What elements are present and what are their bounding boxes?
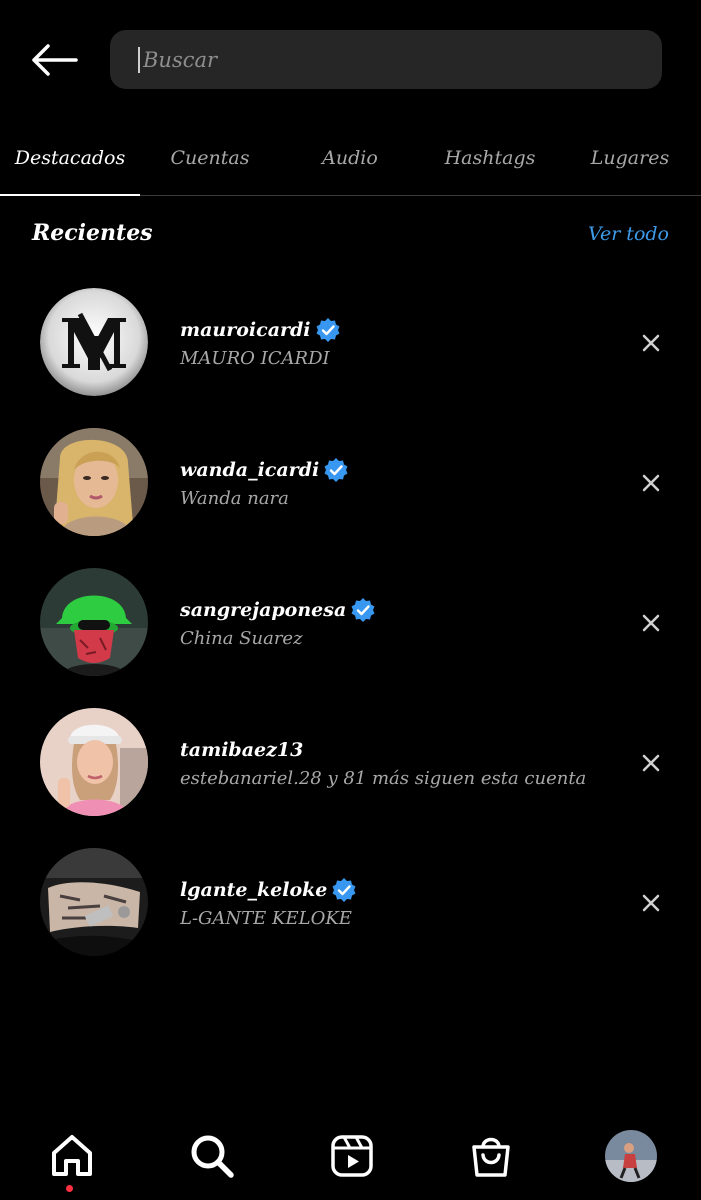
avatar[interactable] [40,708,148,816]
shop-icon [472,1137,510,1177]
section-title: Recientes [32,220,153,246]
verified-badge-icon [316,318,340,342]
profile-avatar[interactable] [605,1130,657,1182]
username: wanda_icardi [180,459,320,481]
username: mauroicardi [180,319,311,341]
nav-reels[interactable] [326,1112,378,1200]
close-icon [642,474,660,492]
tab-destacados[interactable]: Destacados [0,120,140,196]
remove-button[interactable] [636,608,666,638]
search-bar[interactable] [110,30,662,89]
user-info: mauroicardi MAURO ICARDI [180,316,620,369]
top-bar [0,0,701,120]
username: lgante_keloke [180,879,328,901]
list-item[interactable]: wanda_icardi Wanda nara [0,410,701,550]
avatar[interactable] [40,848,148,956]
list-item[interactable]: sangrejaponesa China Suarez [0,550,701,690]
nav-shop[interactable] [465,1112,517,1200]
full-name: China Suarez [180,628,303,649]
tab-hashtags[interactable]: Hashtags [420,120,560,195]
close-icon [642,754,660,772]
nav-search[interactable] [186,1112,238,1200]
notification-dot [66,1185,73,1192]
tab-lugares[interactable]: Lugares [560,120,700,195]
search-input[interactable] [138,46,625,73]
full-name: L-GANTE KELOKE [180,908,352,929]
follower-context: estebanariel.28 y 81 más siguen esta cue… [180,768,587,789]
list-item[interactable]: mauroicardi MAURO ICARDI [0,270,701,410]
username: sangrejaponesa [180,599,347,621]
username: tamibaez13 [180,739,304,761]
see-all-link[interactable]: Ver todo [588,223,669,245]
user-info: lgante_keloke L-GANTE KELOKE [180,876,620,929]
bottom-navigation [0,1112,701,1200]
user-info: sangrejaponesa China Suarez [180,596,620,649]
recents-header: Recientes Ver todo [0,210,701,260]
user-info: tamibaez13 estebanariel.28 y 81 más sigu… [180,736,620,789]
search-icon [191,1135,234,1178]
nav-home[interactable] [46,1112,98,1200]
close-icon [642,894,660,912]
remove-button[interactable] [636,748,666,778]
user-info: wanda_icardi Wanda nara [180,456,620,509]
remove-button[interactable] [636,328,666,358]
back-button[interactable] [26,36,82,84]
avatar[interactable] [40,568,148,676]
verified-badge-icon [351,598,375,622]
full-name: Wanda nara [180,488,289,509]
recent-searches-list: mauroicardi MAURO ICARDI wanda_icardi Wa… [0,270,701,970]
remove-button[interactable] [636,468,666,498]
close-icon [642,334,660,352]
tab-audio[interactable]: Audio [280,120,420,195]
nav-profile[interactable] [605,1112,657,1200]
search-tabs: Destacados Cuentas Audio Hashtags Lugare… [0,120,701,196]
avatar[interactable] [40,428,148,536]
list-item[interactable]: tamibaez13 estebanariel.28 y 81 más sigu… [0,690,701,830]
remove-button[interactable] [636,888,666,918]
arrow-left-icon [32,44,78,76]
reels-icon [330,1135,373,1177]
close-icon [642,614,660,632]
full-name: MAURO ICARDI [180,348,330,369]
home-icon [52,1135,92,1176]
verified-badge-icon [332,878,356,902]
tab-cuentas[interactable]: Cuentas [140,120,280,195]
avatar[interactable] [40,288,148,396]
verified-badge-icon [324,458,348,482]
list-item[interactable]: lgante_keloke L-GANTE KELOKE [0,830,701,970]
